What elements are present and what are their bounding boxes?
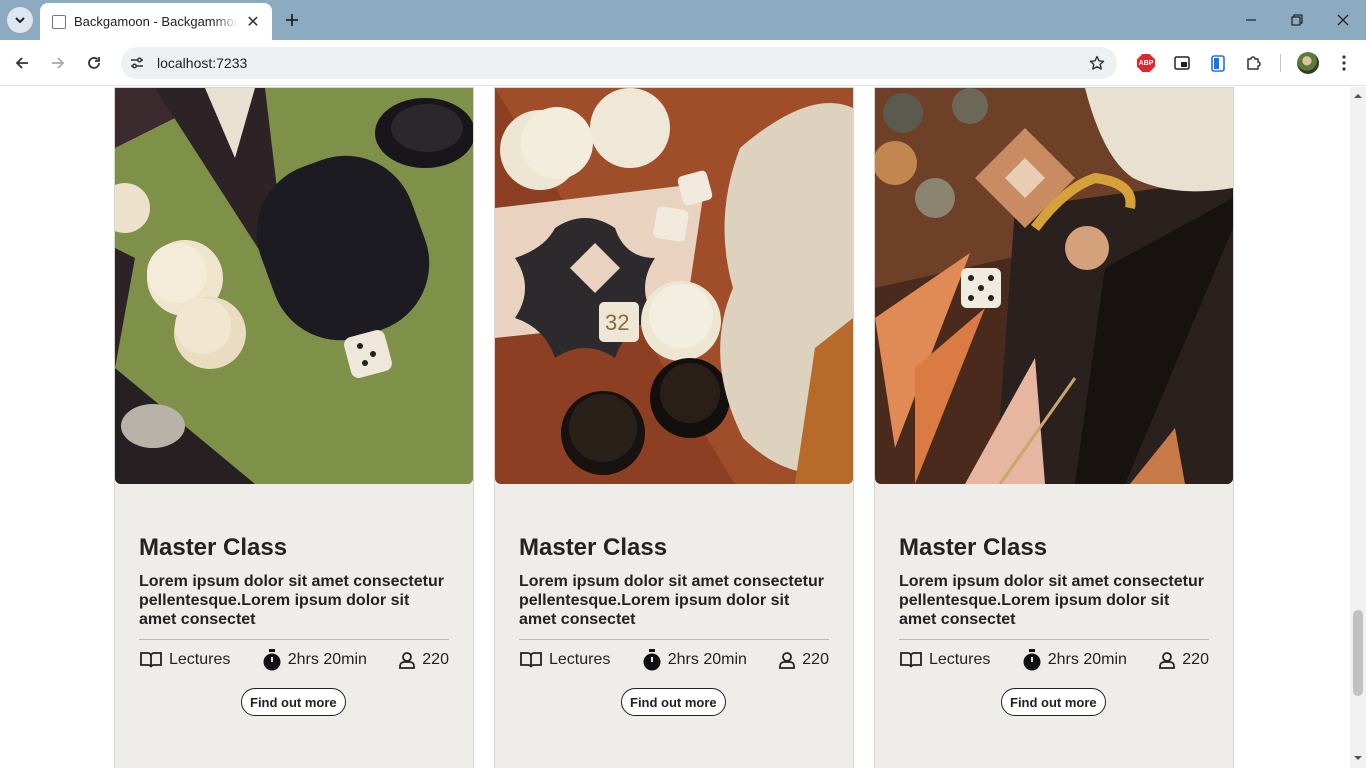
scroll-thumb[interactable] <box>1353 610 1363 696</box>
duration-meta: 2hrs 20min <box>262 649 367 671</box>
course-card: 32 Master Class Lorem ipsum dolor sit am… <box>494 87 854 768</box>
lectures-label: Lectures <box>169 651 231 668</box>
new-tab-button[interactable] <box>280 8 304 32</box>
duration-meta: 2hrs 20min <box>642 649 747 671</box>
students-meta: 220 <box>1158 651 1209 669</box>
bookmark-star-icon[interactable] <box>1083 49 1111 77</box>
duration-meta: 2hrs 20min <box>1022 649 1127 671</box>
scroll-down-arrow-icon[interactable] <box>1354 754 1362 762</box>
students-meta: 220 <box>398 651 449 669</box>
puzzle-extensions-icon[interactable] <box>1243 52 1265 74</box>
course-image <box>875 88 1233 484</box>
students-meta: 220 <box>778 651 829 669</box>
students-count: 220 <box>422 651 449 668</box>
lectures-meta: Lectures <box>139 651 230 669</box>
find-out-more-button[interactable]: Find out more <box>621 688 726 716</box>
plus-icon <box>286 14 298 26</box>
page-scrollbar[interactable] <box>1350 87 1366 768</box>
course-card: Master Class Lorem ipsum dolor sit amet … <box>874 87 1234 768</box>
url-text[interactable]: localhost:7233 <box>157 55 1083 71</box>
card-title: Master Class <box>139 534 288 561</box>
user-icon <box>779 652 796 669</box>
card-meta: Lectures 2hrs 20min 220 <box>899 649 1209 671</box>
lectures-label: Lectures <box>929 651 991 668</box>
minimize-icon <box>1246 19 1256 21</box>
reload-icon <box>88 57 100 69</box>
toolbar-divider <box>1280 54 1281 72</box>
tab-search-button[interactable] <box>7 7 33 33</box>
book-icon <box>900 652 922 668</box>
card-body: Master Class Lorem ipsum dolor sit amet … <box>519 534 829 671</box>
kebab-menu-icon <box>1342 55 1346 71</box>
tab-title: Backgamoon - BackgammonW <box>74 14 238 29</box>
scroll-up-arrow-icon[interactable] <box>1354 92 1362 100</box>
forward-button[interactable] <box>44 49 72 77</box>
page-icon <box>52 14 66 29</box>
course-image <box>115 88 473 484</box>
stopwatch-icon <box>263 649 281 671</box>
card-description: Lorem ipsum dolor sit amet consectetur p… <box>899 573 1204 628</box>
address-bar[interactable]: localhost:7233 <box>121 47 1117 79</box>
close-window-button[interactable] <box>1320 0 1366 40</box>
duration-label: 2hrs 20min <box>1047 651 1127 668</box>
browser-menu-button[interactable] <box>1333 52 1355 74</box>
book-icon <box>520 652 542 668</box>
adblock-plus-icon[interactable]: ABP <box>1135 52 1157 74</box>
restore-button[interactable] <box>1274 0 1320 40</box>
page-viewport: Master Class Lorem ipsum dolor sit amet … <box>0 87 1350 768</box>
duration-label: 2hrs 20min <box>287 651 367 668</box>
find-out-more-button[interactable]: Find out more <box>241 688 346 716</box>
card-body: Master Class Lorem ipsum dolor sit amet … <box>139 534 449 671</box>
course-image: 32 <box>495 88 853 484</box>
card-title: Master Class <box>899 534 1048 561</box>
arrow-right-icon <box>52 57 65 69</box>
card-description: Lorem ipsum dolor sit amet consectetur p… <box>519 573 824 628</box>
card-body: Master Class Lorem ipsum dolor sit amet … <box>899 534 1209 671</box>
divider <box>519 639 829 640</box>
card-description: Lorem ipsum dolor sit amet consectetur p… <box>139 573 444 628</box>
browser-toolbar: localhost:7233 ABP <box>0 40 1366 86</box>
doubling-cube-label: 32 <box>605 310 629 335</box>
stopwatch-icon <box>1023 649 1041 671</box>
chevron-down-icon <box>15 17 25 24</box>
browser-tab[interactable]: Backgamoon - BackgammonW ✕ <box>40 3 272 40</box>
stopwatch-icon <box>643 649 661 671</box>
divider <box>899 639 1209 640</box>
duration-label: 2hrs 20min <box>667 651 747 668</box>
close-icon <box>1337 14 1349 26</box>
site-info-icon[interactable] <box>123 49 151 77</box>
adblock-label: ABP <box>1137 54 1155 72</box>
profile-avatar[interactable] <box>1297 52 1319 74</box>
close-tab-icon[interactable]: ✕ <box>244 13 262 31</box>
lectures-label: Lectures <box>549 651 611 668</box>
back-button[interactable] <box>8 49 36 77</box>
find-out-more-button[interactable]: Find out more <box>1001 688 1106 716</box>
card-meta: Lectures 2hrs 20min 220 <box>519 649 829 671</box>
lectures-meta: Lectures <box>899 651 990 669</box>
book-icon <box>140 652 162 668</box>
course-card: Master Class Lorem ipsum dolor sit amet … <box>114 87 474 768</box>
students-count: 220 <box>802 651 829 668</box>
clipboard-icon[interactable] <box>1207 52 1229 74</box>
user-icon <box>1159 652 1176 669</box>
card-meta: Lectures 2hrs 20min 220 <box>139 649 449 671</box>
user-icon <box>399 652 416 669</box>
divider <box>139 639 449 640</box>
tab-strip: Backgamoon - BackgammonW ✕ <box>0 0 1366 40</box>
minimize-button[interactable] <box>1228 0 1274 40</box>
reload-button[interactable] <box>80 49 108 77</box>
arrow-left-icon <box>15 57 28 69</box>
students-count: 220 <box>1182 651 1209 668</box>
picture-in-picture-icon[interactable] <box>1171 52 1193 74</box>
lectures-meta: Lectures <box>519 651 610 669</box>
card-title: Master Class <box>519 534 668 561</box>
restore-icon <box>1291 14 1303 26</box>
